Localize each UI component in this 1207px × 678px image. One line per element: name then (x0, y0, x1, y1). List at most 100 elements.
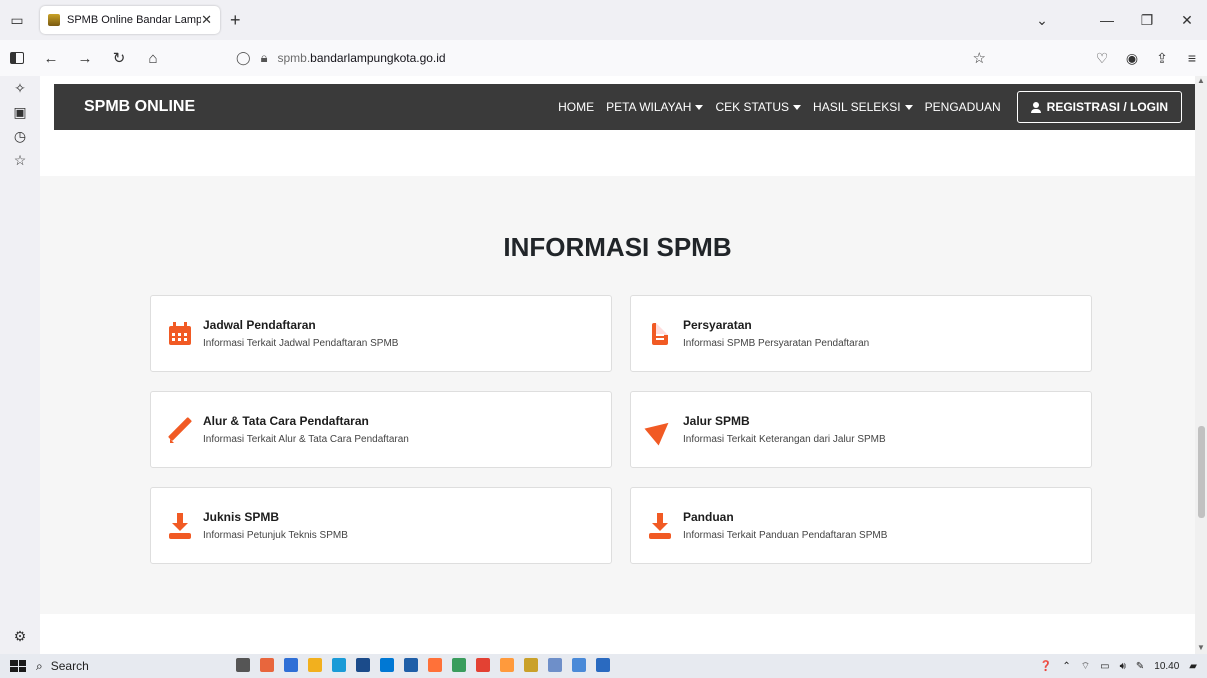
card-alur[interactable]: Alur & Tata Cara Pendaftaran Informasi T… (150, 391, 612, 468)
system-tray: ❓ ⌃ ⌔ ▭ 🔊︎ ✎ 10.40 ▰ (1030, 654, 1197, 678)
wifi-icon[interactable]: ⌔ (1081, 660, 1090, 673)
card-title: Jadwal Pendaftaran (203, 318, 316, 332)
task-view-icon[interactable] (236, 658, 250, 672)
app-icon[interactable] (548, 658, 562, 672)
bookmark-star-icon[interactable]: ☆ (973, 49, 986, 67)
sidebar-toggle-icon[interactable] (10, 52, 24, 64)
account-icon[interactable]: ◉ (1117, 50, 1147, 67)
login-label: REGISTRASI / LOGIN (1046, 100, 1168, 114)
menu-cek-status[interactable]: CEK STATUS (715, 100, 802, 114)
tab-title: SPMB Online Bandar Lampung (67, 14, 202, 26)
reload-icon[interactable]: ↻ (102, 49, 136, 67)
app-icon[interactable] (500, 658, 514, 672)
pen-icon[interactable]: ✎ (1136, 661, 1144, 672)
store-icon[interactable] (380, 658, 394, 672)
card-jalur[interactable]: Jalur SPMB Informasi Terkait Keterangan … (630, 391, 1092, 468)
menu-peta-label: PETA WILAYAH (606, 100, 692, 114)
history-icon[interactable]: ◷ (0, 124, 40, 148)
browser-tab[interactable]: SPMB Online Bandar Lampung ✕ (40, 6, 220, 34)
app-icon[interactable] (260, 658, 274, 672)
volume-icon[interactable]: 🔊︎ (1120, 661, 1126, 672)
chrome-icon[interactable] (476, 658, 490, 672)
file-icon (652, 322, 668, 345)
card-panduan[interactable]: Panduan Informasi Terkait Panduan Pendaf… (630, 487, 1092, 564)
taskbar-apps (236, 658, 620, 672)
app-icon[interactable] (404, 658, 418, 672)
address-bar[interactable]: ◯ 🔒︎ spmb. bandarlampungkota.go.id ☆ (236, 44, 1000, 72)
paper-plane-icon (649, 417, 671, 443)
site-header: SPMB ONLINE HOME PETA WILAYAH CEK STATUS… (54, 84, 1195, 130)
new-tab-button[interactable]: + (230, 10, 241, 31)
shield-icon[interactable]: ◯ (236, 50, 251, 66)
browser-tab-bar: ▭ SPMB Online Bandar Lampung ✕ + ⌄ — ❐ ✕ (0, 0, 1207, 40)
page-scrollbar[interactable]: ▲ ▼ (1195, 76, 1207, 654)
windows-start-icon[interactable] (10, 660, 26, 672)
file-explorer-icon[interactable] (308, 658, 322, 672)
download-icon (649, 512, 671, 539)
pocket-icon[interactable]: ♡ (1087, 50, 1117, 67)
edge-icon[interactable] (332, 658, 346, 672)
restore-icon[interactable]: ❐ (1127, 12, 1167, 29)
app-icon[interactable] (284, 658, 298, 672)
site-brand[interactable]: SPMB ONLINE (84, 98, 195, 116)
user-icon (1030, 101, 1041, 113)
settings-gear-icon[interactable]: ⚙ (0, 624, 40, 648)
synced-tabs-icon[interactable]: ▣ (0, 100, 40, 124)
caret-down-icon (904, 105, 913, 111)
app-icon[interactable] (452, 658, 466, 672)
bookmarks-icon[interactable]: ☆ (0, 148, 40, 172)
card-title: Jalur SPMB (683, 414, 750, 428)
help-icon[interactable]: ❓ (1040, 661, 1052, 672)
close-window-icon[interactable]: ✕ (1167, 12, 1207, 29)
menu-peta-wilayah[interactable]: PETA WILAYAH (606, 100, 704, 114)
card-desc: Informasi Terkait Jadwal Pendaftaran SPM… (203, 338, 399, 349)
search-icon[interactable]: ⌕ (36, 659, 43, 674)
minimize-icon[interactable]: — (1087, 12, 1127, 28)
scrollbar-thumb[interactable] (1198, 426, 1205, 518)
info-section: INFORMASI SPMB Jadwal Pendaftaran Inform… (40, 176, 1195, 614)
site-favicon-icon (48, 14, 60, 26)
back-icon[interactable]: ← (34, 50, 68, 67)
extensions-icon[interactable]: ⇪ (1147, 50, 1177, 67)
clock[interactable]: 10.40 (1154, 661, 1179, 672)
app-icon[interactable] (356, 658, 370, 672)
app-icon[interactable] (572, 658, 586, 672)
ai-chat-icon[interactable]: ✧ (0, 76, 40, 100)
tab-overflow-chevron-icon[interactable]: ⌄ (1017, 12, 1067, 29)
download-icon (169, 512, 191, 539)
toolbar-right: ♡ ◉ ⇪ ≡ (1087, 40, 1207, 76)
menu-home[interactable]: HOME (558, 100, 594, 114)
card-jadwal[interactable]: Jadwal Pendaftaran Informasi Terkait Jad… (150, 295, 612, 372)
lock-icon[interactable]: 🔒︎ (261, 50, 268, 66)
card-persyaratan[interactable]: Persyaratan Informasi SPMB Persyaratan P… (630, 295, 1092, 372)
card-desc: Informasi SPMB Persyaratan Pendaftaran (683, 338, 870, 349)
forward-icon[interactable]: → (68, 50, 102, 67)
caret-down-icon (793, 105, 802, 111)
notification-icon[interactable]: ▰ (1189, 661, 1197, 672)
tray-chevron-icon[interactable]: ⌃ (1062, 661, 1070, 672)
card-title: Panduan (683, 510, 734, 524)
pencil-icon (169, 417, 191, 443)
firefox-icon[interactable] (428, 658, 442, 672)
menu-pengaduan[interactable]: PENGADUAN (925, 100, 1001, 114)
taskbar-search[interactable]: Search (51, 659, 89, 673)
os-taskbar: ⌕ Search ❓ ⌃ ⌔ ▭ 🔊︎ ✎ 10.40 ▰ (0, 654, 1207, 678)
app-icon[interactable] (596, 658, 610, 672)
menu-icon[interactable]: ≡ (1177, 50, 1207, 66)
app-icon[interactable] (524, 658, 538, 672)
login-button[interactable]: REGISTRASI / LOGIN (1016, 91, 1182, 123)
home-icon[interactable]: ⌂ (136, 50, 170, 67)
menu-cek-label: CEK STATUS (715, 100, 790, 114)
scroll-down-icon[interactable]: ▼ (1195, 643, 1207, 652)
caret-down-icon (695, 105, 704, 111)
scroll-up-icon[interactable]: ▲ (1195, 76, 1207, 85)
card-desc: Informasi Terkait Keterangan dari Jalur … (683, 434, 886, 445)
keyboard-icon[interactable]: ▭ (1100, 661, 1109, 672)
card-desc: Informasi Terkait Alur & Tata Cara Penda… (203, 434, 409, 445)
card-juknis[interactable]: Juknis SPMB Informasi Petunjuk Teknis SP… (150, 487, 612, 564)
url-host: spmb. (277, 51, 311, 65)
menu-hasil-seleksi[interactable]: HASIL SELEKSI (813, 100, 913, 114)
tab-close-icon[interactable]: ✕ (201, 12, 212, 28)
tab-list-icon[interactable]: ▭ (0, 0, 34, 40)
url-domain: bandarlampungkota.go.id (310, 51, 446, 65)
